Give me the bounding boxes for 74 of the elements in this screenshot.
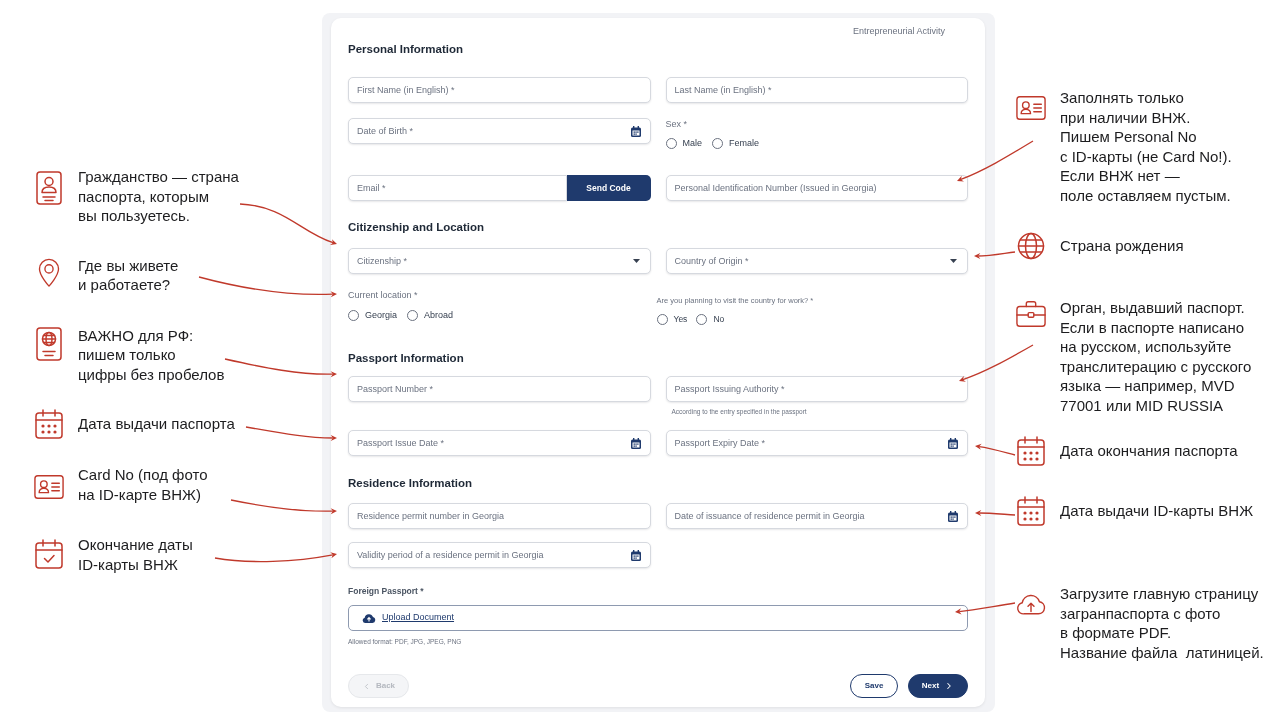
annotation-text: Гражданство — страна паспорта, которым вы пользуетесь. <box>78 167 239 226</box>
calendar-icon <box>1017 436 1045 466</box>
radio-label: Georgia <box>365 309 398 321</box>
briefcase-icon <box>1016 300 1046 328</box>
radio-button[interactable] <box>712 137 723 149</box>
calendar-check-icon <box>35 539 63 569</box>
dropdown-field[interactable]: Citizenship * <box>348 248 651 274</box>
field-label: Current location * <box>348 289 419 301</box>
calendar-icon <box>630 125 641 137</box>
callout-arrow <box>975 509 1016 517</box>
input-field[interactable]: First Name (in English) * <box>348 77 651 103</box>
date-field[interactable]: Date of issuance of residence permit in Georgia <box>665 503 968 529</box>
radio-label: Abroad <box>424 309 454 321</box>
section-heading: Citizenship and Location <box>348 220 486 235</box>
radio-label: Female <box>729 137 760 149</box>
annotation-text: Card No (под фото на ID-карте ВНЖ) <box>78 465 208 504</box>
annotation-text: Дата окончания паспорта <box>1060 441 1238 461</box>
caret-icon <box>950 259 957 263</box>
annotation-text: Страна рождения <box>1060 236 1184 256</box>
radio-button[interactable] <box>665 137 677 149</box>
section-heading: Residence Information <box>348 476 473 491</box>
send-code-button[interactable]: Send Code <box>566 175 651 201</box>
radio-button[interactable] <box>656 313 668 325</box>
input-field[interactable]: Residence permit number in Georgia <box>348 503 651 529</box>
location-pin-icon <box>38 257 60 287</box>
next-button[interactable]: Next <box>908 674 968 698</box>
radio-button[interactable] <box>696 313 708 325</box>
annotation-text: Загрузите главную страницу загранпаспорта с фото в формате PDF. Название файла латиницей. <box>1060 584 1264 662</box>
callout-arrow <box>975 443 1016 456</box>
radio-button[interactable] <box>348 309 359 321</box>
date-field[interactable]: Passport Issue Date * <box>348 430 651 456</box>
section-heading: Passport Information <box>348 351 465 366</box>
callout-arrow <box>955 602 1016 615</box>
id-card-icon <box>34 474 64 500</box>
calendar-icon <box>1017 496 1045 526</box>
upload-link[interactable]: Upload Document <box>382 611 455 625</box>
save-button[interactable]: Save <box>850 674 898 698</box>
annotation-text: Орган, выдавший паспорт. Если в паспорте написано на русском, используйте транслитерацию с русского языка — например, MVD 77001 или MID RUSSIA <box>1060 298 1252 415</box>
input-field[interactable]: Passport Issuing Authority * <box>665 376 968 402</box>
date-field[interactable]: Date of Birth * <box>348 118 651 144</box>
calendar-icon <box>35 409 63 439</box>
section-heading: Personal Information <box>348 42 465 57</box>
annotation-text: Дата выдачи ID-карты ВНЖ <box>1060 501 1253 521</box>
field-label: Sex * <box>665 118 688 130</box>
field-label: Foreign Passport * <box>348 585 425 597</box>
calendar-icon <box>948 510 958 522</box>
cloud-upload-icon <box>362 613 376 623</box>
date-field[interactable]: Passport Expiry Date * <box>665 430 968 456</box>
callout-arrow <box>974 251 1016 260</box>
passport-icon <box>36 326 62 361</box>
annotation-text: ВАЖНО для РФ: пишем только цифры без пробелов <box>78 325 225 384</box>
caret-icon <box>632 259 640 263</box>
step-label: Entrepreneurial Activity <box>852 25 945 37</box>
radio-label: Male <box>682 137 702 149</box>
id-document-icon <box>36 171 62 205</box>
radio-label: No <box>713 313 725 325</box>
annotation-text: Где вы живете и работаете? <box>78 255 179 295</box>
annotation-text: Дата выдачи паспорта <box>78 414 235 434</box>
input-field[interactable]: Passport Number * <box>348 376 651 402</box>
upload-dropzone[interactable]: Upload Document <box>348 605 968 631</box>
annotation-text: Заполнять только при наличии ВНЖ. Пишем Personal No с ID-карты (не Card No!). Если ВНЖ нет — поле оставляем пустым. <box>1060 88 1232 205</box>
calendar-icon <box>630 549 641 561</box>
radio-label: Yes <box>673 313 688 325</box>
id-card-icon <box>1016 95 1046 121</box>
dropdown-field[interactable]: Country of Origin * <box>665 248 968 274</box>
input-field[interactable]: Last Name (in English) * <box>665 77 968 103</box>
radio-button[interactable] <box>407 309 419 321</box>
annotation-text: Окончание даты ID-карты ВНЖ <box>78 535 193 574</box>
date-field[interactable]: Validity period of a residence permit in Georgia <box>348 542 651 568</box>
calendar-icon <box>630 437 641 449</box>
globe-icon <box>1017 232 1045 260</box>
input-field[interactable]: Personal Identification Number (Issued in Georgia) <box>665 175 968 201</box>
calendar-icon <box>948 437 958 449</box>
input-field[interactable]: Email * <box>348 175 567 201</box>
